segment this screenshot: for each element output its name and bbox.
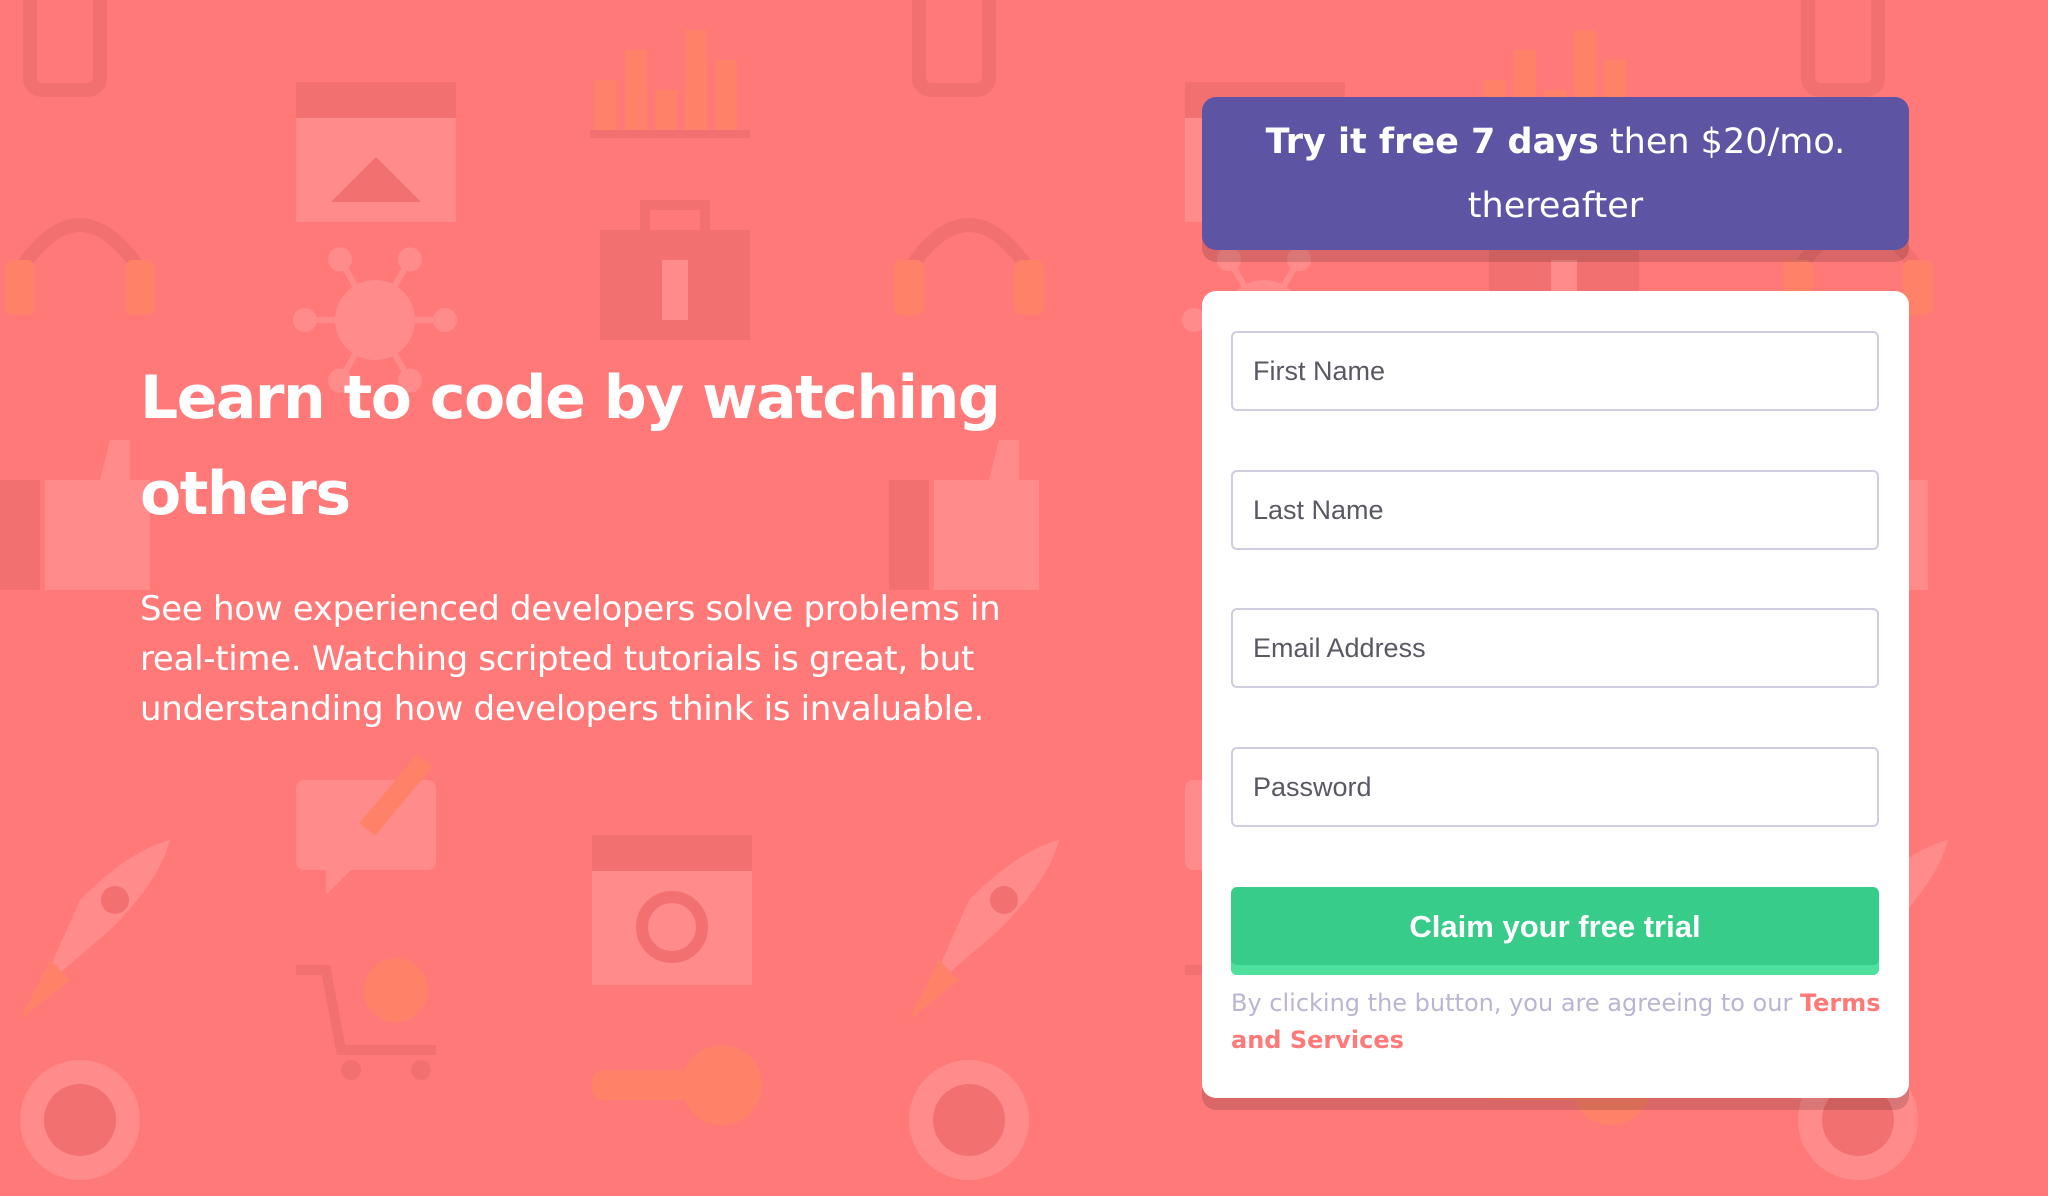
first-name-input[interactable] (1231, 331, 1879, 411)
password-input[interactable] (1231, 747, 1879, 827)
claim-trial-button[interactable]: Claim your free trial (1231, 887, 1879, 975)
email-input[interactable] (1231, 608, 1879, 688)
search-window-icon (592, 835, 752, 985)
hero-section: Learn to code by watching others See how… (140, 350, 1040, 734)
hero-description: See how experienced developers solve pro… (140, 589, 1001, 729)
terms-notice: By clicking the button, you are agreeing… (1231, 985, 1891, 1059)
thumbs-up-icon (0, 440, 150, 590)
signup-form: Claim your free trial By clicking the bu… (1202, 291, 1909, 1098)
phone-icon (912, 0, 996, 97)
promo-banner: Try it free 7 days then $20/mo. thereaft… (1202, 97, 1909, 250)
rocket-icon (909, 840, 1059, 1020)
key-icon (592, 1045, 762, 1125)
headset-icon (5, 218, 155, 315)
phone-icon (1801, 0, 1885, 97)
hero-title: Learn to code by watching others (140, 363, 1001, 529)
last-name-input[interactable] (1231, 470, 1879, 550)
chat-edit-icon (296, 754, 436, 895)
browser-window-icon (296, 82, 456, 222)
rocket-icon (20, 840, 170, 1020)
wrench-toolbox-icon (600, 200, 750, 340)
bar-chart-icon (590, 30, 750, 138)
globe-gear-icon (20, 1060, 140, 1180)
globe-gear-icon (909, 1060, 1029, 1180)
terms-prefix: By clicking the button, you are agreeing… (1231, 989, 1800, 1017)
headset-icon (894, 218, 1044, 315)
cart-icon (296, 958, 436, 1080)
promo-bold: Try it free 7 days (1265, 122, 1599, 162)
phone-icon (23, 0, 107, 97)
